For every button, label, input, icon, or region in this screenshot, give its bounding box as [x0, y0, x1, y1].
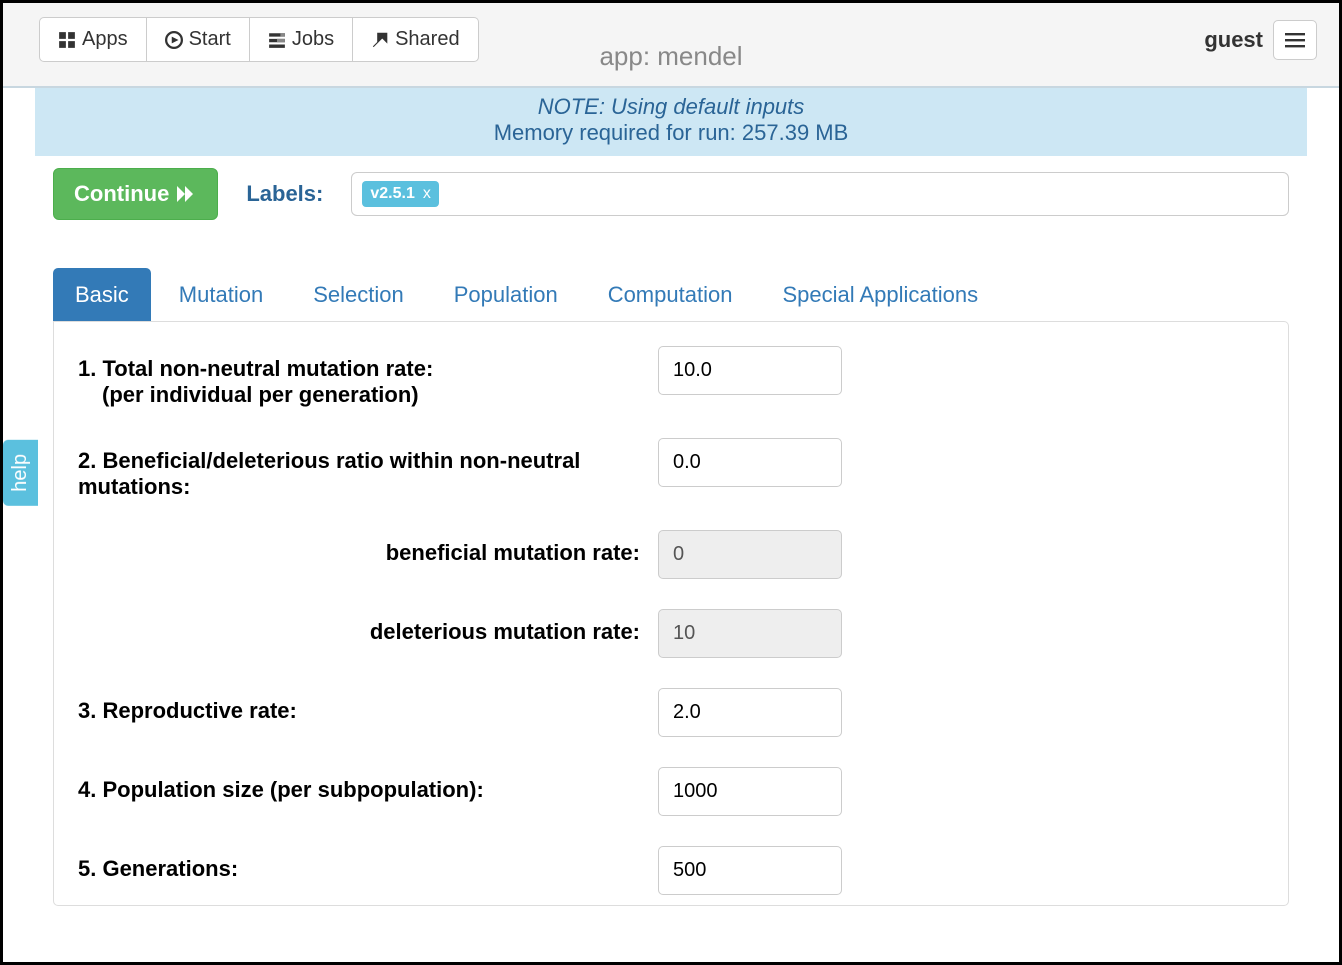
label-ratio: 2. Beneficial/deleterious ratio within n… [78, 438, 658, 500]
grid-icon [58, 31, 76, 49]
controls-row: Continue Labels: v2.5.1 x [3, 156, 1339, 238]
labels-input[interactable]: v2.5.1 x [351, 172, 1289, 216]
apps-label: Apps [82, 28, 128, 51]
app-title: app: mendel [599, 41, 742, 72]
label-deleterious-rate: deleterious mutation rate: [78, 609, 658, 645]
tag-text: v2.5.1 [370, 185, 414, 203]
apps-button[interactable]: Apps [39, 17, 147, 62]
tag-remove[interactable]: x [423, 185, 431, 203]
note-line-1: NOTE: Using default inputs [35, 94, 1307, 120]
header: Apps Start Jobs Shared app: mendel guest [3, 3, 1339, 88]
shared-label: Shared [395, 28, 460, 51]
tab-computation[interactable]: Computation [586, 268, 755, 322]
continue-button[interactable]: Continue [53, 168, 218, 220]
tab-population[interactable]: Population [432, 268, 580, 322]
input-ratio[interactable] [658, 438, 842, 487]
labels-label: Labels: [246, 181, 323, 207]
menu-button[interactable] [1273, 20, 1317, 60]
hamburger-icon [1285, 32, 1305, 48]
row-population-size: 4. Population size (per subpopulation): [78, 767, 1264, 816]
start-label: Start [189, 28, 231, 51]
input-deleterious-rate [658, 609, 842, 658]
row-mutation-rate: 1. Total non-neutral mutation rate: (per… [78, 346, 1264, 408]
tab-mutation[interactable]: Mutation [157, 268, 285, 322]
row-generations: 5. Generations: [78, 846, 1264, 895]
label-beneficial-rate: beneficial mutation rate: [78, 530, 658, 566]
header-right: guest [1204, 20, 1317, 60]
version-tag: v2.5.1 x [362, 181, 438, 207]
tab-basic[interactable]: Basic [53, 268, 151, 322]
nav-button-group: Apps Start Jobs Shared [39, 17, 479, 62]
jobs-button[interactable]: Jobs [250, 17, 353, 62]
forward-icon [177, 186, 197, 202]
row-deleterious-rate: deleterious mutation rate: [78, 609, 1264, 658]
tabs: Basic Mutation Selection Population Comp… [53, 268, 1289, 322]
note-line-2: Memory required for run: 257.39 MB [35, 120, 1307, 146]
user-label: guest [1204, 27, 1263, 53]
input-beneficial-rate [658, 530, 842, 579]
tab-selection[interactable]: Selection [291, 268, 426, 322]
tab-special[interactable]: Special Applications [760, 268, 1000, 322]
input-reproductive-rate[interactable] [658, 688, 842, 737]
tasks-icon [268, 31, 286, 49]
row-beneficial-rate: beneficial mutation rate: [78, 530, 1264, 579]
label-reproductive-rate: 3. Reproductive rate: [78, 688, 658, 724]
input-generations[interactable] [658, 846, 842, 895]
help-tab[interactable]: help [3, 440, 38, 506]
label-population-size: 4. Population size (per subpopulation): [78, 767, 658, 803]
continue-label: Continue [74, 181, 169, 207]
label-generations: 5. Generations: [78, 846, 658, 882]
tab-content-basic: 1. Total non-neutral mutation rate: (per… [53, 321, 1289, 906]
label-mutation-rate: 1. Total non-neutral mutation rate: (per… [78, 346, 658, 408]
row-reproductive-rate: 3. Reproductive rate: [78, 688, 1264, 737]
input-population-size[interactable] [658, 767, 842, 816]
note-bar: NOTE: Using default inputs Memory requir… [35, 88, 1307, 156]
jobs-label: Jobs [292, 28, 334, 51]
start-button[interactable]: Start [147, 17, 250, 62]
play-circle-icon [165, 31, 183, 49]
shared-button[interactable]: Shared [353, 17, 479, 62]
input-mutation-rate[interactable] [658, 346, 842, 395]
pin-icon [371, 31, 389, 49]
row-ratio: 2. Beneficial/deleterious ratio within n… [78, 438, 1264, 500]
